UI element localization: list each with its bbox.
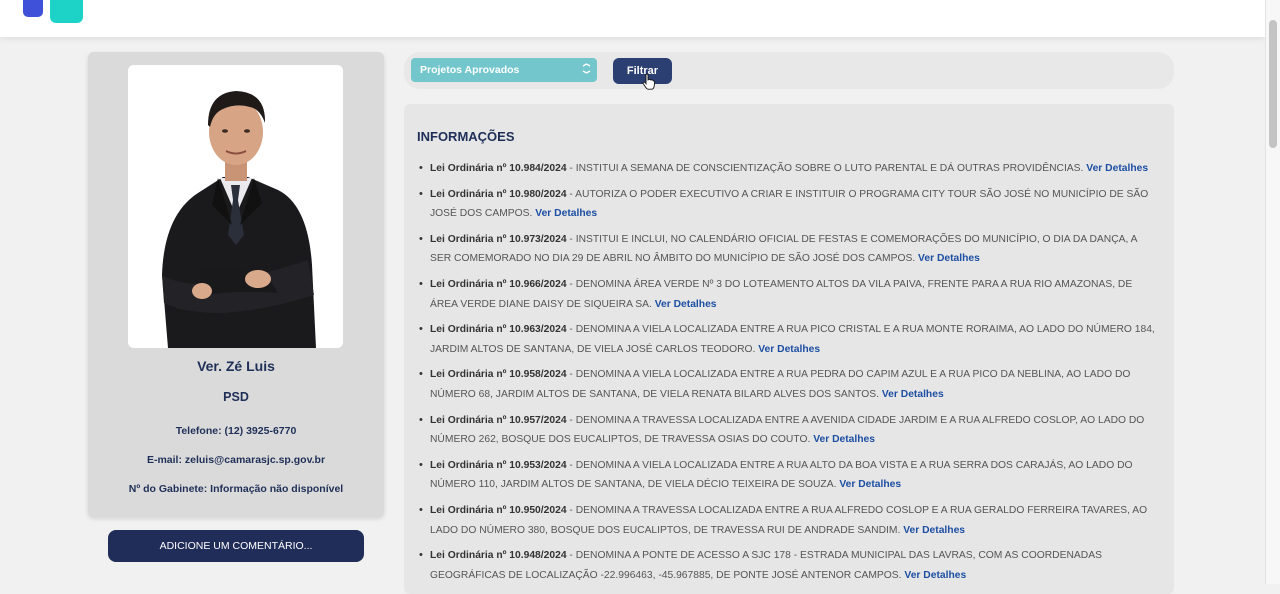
councilor-party: PSD xyxy=(223,390,249,404)
law-number: Lei Ordinária nº 10.984/2024 xyxy=(430,163,567,174)
logo-mark-blue[interactable] xyxy=(23,0,43,17)
information-panel: INFORMAÇÕES Lei Ordinária nº 10.984/2024… xyxy=(404,104,1174,594)
law-number: Lei Ordinária nº 10.948/2024 xyxy=(430,550,567,562)
details-link[interactable]: Ver Detalhes xyxy=(882,389,944,400)
page-scrollbar[interactable] xyxy=(1265,0,1280,584)
details-link[interactable]: Ver Detalhes xyxy=(903,525,965,536)
list-item: Lei Ordinária nº 10.953/2024 - DENOMINA … xyxy=(418,456,1160,495)
hand-cursor-icon xyxy=(642,73,655,90)
project-type-select-value: Projetos Aprovados xyxy=(420,64,520,76)
site-header xyxy=(0,0,1266,37)
list-item: Lei Ordinária nº 10.973/2024 - INSTITUI … xyxy=(418,230,1160,269)
list-item: Lei Ordinária nº 10.948/2024 - DENOMINA … xyxy=(418,546,1160,585)
filter-bar: Projetos Aprovados Filtrar xyxy=(404,52,1174,90)
councilor-photo xyxy=(128,65,343,348)
list-item: Lei Ordinária nº 10.966/2024 - DENOMINA … xyxy=(418,275,1160,314)
law-number: Lei Ordinária nº 10.980/2024 xyxy=(430,188,567,200)
details-link[interactable]: Ver Detalhes xyxy=(655,299,717,310)
law-number: Lei Ordinária nº 10.966/2024 xyxy=(430,278,567,290)
list-item: Lei Ordinária nº 10.957/2024 - DENOMINA … xyxy=(418,411,1160,450)
law-number: Lei Ordinária nº 10.958/2024 xyxy=(430,369,567,381)
list-item: Lei Ordinária nº 10.950/2024 - DENOMINA … xyxy=(418,501,1160,540)
details-link[interactable]: Ver Detalhes xyxy=(839,479,901,490)
law-number: Lei Ordinária nº 10.963/2024 xyxy=(430,324,567,336)
councilor-profile-card: Ver. Zé Luis PSD Telefone: (12) 3925-677… xyxy=(88,52,384,517)
add-comment-button[interactable]: ADICIONE UM COMENTÁRIO... xyxy=(108,530,364,562)
details-link[interactable]: Ver Detalhes xyxy=(535,208,597,219)
law-number: Lei Ordinária nº 10.957/2024 xyxy=(430,414,567,426)
information-title: INFORMAÇÕES xyxy=(417,129,515,144)
list-item: Lei Ordinária nº 10.980/2024 - AUTORIZA … xyxy=(418,185,1160,224)
law-description: - INSTITUI A SEMANA DE CONSCIENTIZAÇÃO S… xyxy=(566,163,1087,174)
councilor-office: Nº do Gabinete: Informação não disponíve… xyxy=(128,483,344,495)
law-number: Lei Ordinária nº 10.973/2024 xyxy=(430,233,567,245)
list-item: Lei Ordinária nº 10.963/2024 - DENOMINA … xyxy=(418,320,1160,359)
details-link[interactable]: Ver Detalhes xyxy=(813,434,875,445)
details-link[interactable]: Ver Detalhes xyxy=(918,253,980,264)
scrollbar-thumb[interactable] xyxy=(1269,20,1277,148)
chevron-down-icon xyxy=(582,63,591,78)
details-link[interactable]: Ver Detalhes xyxy=(1086,163,1148,174)
list-item: Lei Ordinária nº 10.984/2024 - INSTITUI … xyxy=(418,159,1160,179)
law-list: Lei Ordinária nº 10.984/2024 - INSTITUI … xyxy=(418,159,1160,591)
law-number: Lei Ordinária nº 10.950/2024 xyxy=(430,504,567,516)
details-link[interactable]: Ver Detalhes xyxy=(904,570,966,581)
law-number: Lei Ordinária nº 10.953/2024 xyxy=(430,459,567,471)
councilor-email: E-mail: zeluis@camarasjc.sp.gov.br xyxy=(146,454,326,466)
details-link[interactable]: Ver Detalhes xyxy=(758,344,820,355)
councilor-phone: Telefone: (12) 3925-6770 xyxy=(175,425,297,437)
logo-mark-teal[interactable] xyxy=(50,0,83,23)
councilor-name: Ver. Zé Luis xyxy=(197,358,275,374)
project-type-select[interactable]: Projetos Aprovados xyxy=(411,58,597,82)
list-item: Lei Ordinária nº 10.958/2024 - DENOMINA … xyxy=(418,365,1160,404)
